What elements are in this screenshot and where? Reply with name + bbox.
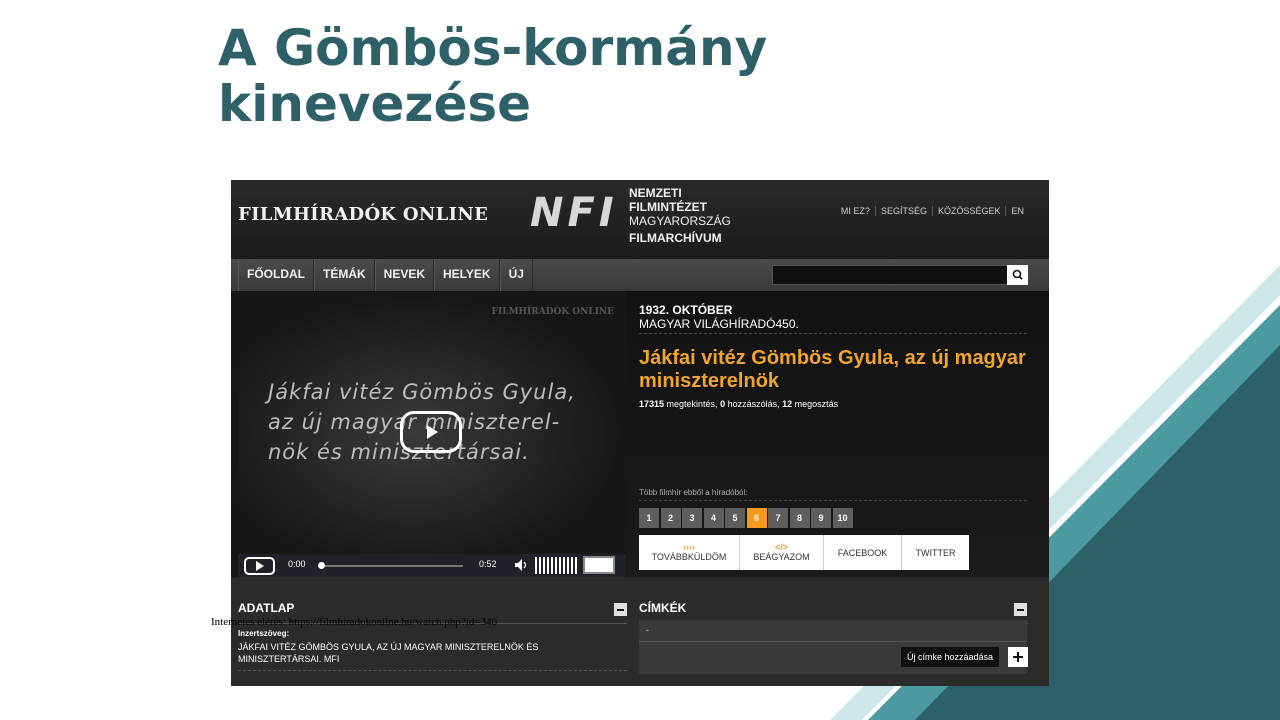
- page-button[interactable]: 8: [789, 508, 810, 528]
- site-logo[interactable]: FILMHÍRADÓK ONLINE: [238, 204, 488, 225]
- video-stats: 17315 megtekintés, 0 hozzászólás, 12 meg…: [639, 399, 838, 409]
- seek-knob[interactable]: [318, 562, 325, 569]
- datasheet-title: ADATLAP: [238, 601, 295, 615]
- page-button[interactable]: 5: [725, 508, 745, 528]
- tags-title: CÍMKÉK: [639, 601, 687, 615]
- top-link-help[interactable]: SEGÍTSÉG: [874, 206, 932, 216]
- slide-title-line1: A Gömbös-kormány: [218, 19, 768, 77]
- site-header: FILMHÍRADÓK ONLINE NFI NEMZETI FILMINTÉZ…: [231, 180, 1049, 259]
- top-link-about[interactable]: MI EZ?: [836, 206, 875, 216]
- nav-item-places[interactable]: HELYEK: [434, 259, 500, 291]
- add-tag-label[interactable]: Új címke hozzáadása: [901, 647, 1000, 667]
- newsreel-issue[interactable]: MAGYAR VILÁGHÍRADÓ450.: [639, 317, 799, 331]
- nav-item-new[interactable]: ÚJ: [499, 259, 533, 291]
- search-input[interactable]: [772, 265, 1008, 285]
- add-tag-button[interactable]: [1008, 647, 1028, 667]
- search-icon: [1012, 269, 1023, 280]
- source-note: Internetes elérés: https://filmhiradokon…: [211, 616, 498, 628]
- tags-box: - Új címke hozzáadása: [639, 620, 1028, 674]
- twitter-label: TWITTER: [915, 547, 956, 558]
- shares-count: 12: [782, 399, 793, 409]
- video-controls: 0:00 0:52: [238, 554, 626, 577]
- release-date: 1932. OKTÓBER: [639, 303, 733, 317]
- page-button[interactable]: 3: [682, 508, 702, 528]
- video-headline: Jákfai vitéz Gömbös Gyula, az új magyar …: [639, 347, 1026, 392]
- top-link-language[interactable]: EN: [1005, 206, 1029, 216]
- duration: 0:52: [479, 559, 497, 569]
- slide-title: A Gömbös-kormány kinevezése: [218, 20, 918, 132]
- nav-item-home[interactable]: FŐOLDAL: [238, 259, 314, 291]
- page-button[interactable]: 1: [639, 508, 659, 528]
- nfi-line: FILMARCHÍVUM: [629, 231, 722, 245]
- volume-slider[interactable]: [535, 557, 579, 574]
- details-section: ADATLAP Inzertszöveg: JÁKFAI VITÉZ GÖMBÖ…: [231, 577, 1049, 686]
- top-links: MI EZ? SEGÍTSÉG KÖZÖSSÉGEK EN: [836, 206, 1029, 216]
- main-nav: FŐOLDAL TÉMÁK NEVEK HELYEK ÚJ: [231, 259, 1049, 291]
- play-icon: [427, 425, 438, 439]
- embed-icon: </>: [774, 542, 788, 552]
- views-count: 17315: [639, 399, 665, 409]
- comments-label: hozzászólás,: [725, 399, 783, 409]
- video-info-panel: 1932. OKTÓBER MAGYAR VILÁGHÍRADÓ450. Ják…: [627, 291, 1049, 577]
- views-label: megtekintés,: [664, 399, 721, 409]
- forward-icon: ››››: [683, 542, 695, 552]
- nfi-text: NEMZETI FILMINTÉZET MAGYARORSZÁG FILMARC…: [629, 186, 731, 245]
- page-button[interactable]: 7: [768, 508, 788, 528]
- seek-bar[interactable]: [321, 565, 463, 567]
- share-bar: ›››› TOVÁBBKÜLDÖM </> BEÁGYAZOM FACEBOOK…: [639, 535, 969, 570]
- forward-button[interactable]: ›››› TOVÁBBKÜLDÖM: [639, 535, 740, 570]
- facebook-button[interactable]: FACEBOOK: [824, 535, 902, 570]
- fullscreen-button[interactable]: [583, 556, 615, 574]
- top-link-communities[interactable]: KÖZÖSSÉGEK: [931, 206, 1006, 216]
- big-play-button[interactable]: [400, 411, 462, 453]
- search-button[interactable]: [1007, 265, 1028, 285]
- facebook-label: FACEBOOK: [837, 547, 888, 558]
- insert-text-label: Inzertszöveg:: [238, 629, 290, 638]
- volume-icon[interactable]: [514, 558, 528, 572]
- embed-button[interactable]: </> BEÁGYAZOM: [740, 535, 824, 570]
- embed-label: BEÁGYAZOM: [753, 552, 810, 562]
- current-time: 0:00: [288, 559, 306, 569]
- shares-label: megosztás: [792, 399, 839, 409]
- collapse-datasheet-button[interactable]: [614, 603, 627, 616]
- website-screenshot: FILMHÍRADÓK ONLINE NFI NEMZETI FILMINTÉZ…: [231, 180, 1049, 686]
- nav-item-topics[interactable]: TÉMÁK: [314, 259, 375, 291]
- video-player[interactable]: FILMHÍRADÓK ONLINE Jákfai vitéz Gömbös G…: [238, 291, 626, 577]
- page-button[interactable]: 2: [660, 508, 681, 528]
- tag-placeholder: -: [646, 625, 649, 635]
- nav-item-names[interactable]: NEVEK: [374, 259, 435, 291]
- caption-line: Jákfai vitéz Gömbös Gyula,: [268, 380, 576, 404]
- page-button[interactable]: 4: [703, 508, 724, 528]
- play-icon: [256, 561, 264, 571]
- nfi-logo[interactable]: NFI: [530, 190, 618, 236]
- forward-label: TOVÁBBKÜLDÖM: [651, 552, 727, 562]
- insert-text: JÁKFAI VITÉZ GÖMBÖS GYULA, AZ ÚJ MAGYAR …: [238, 642, 539, 664]
- collapse-tags-button[interactable]: [1014, 603, 1027, 616]
- nfi-line: MAGYARORSZÁG: [629, 214, 731, 228]
- nfi-line: FILMINTÉZET: [629, 200, 707, 214]
- page-button-active[interactable]: 6: [746, 508, 767, 528]
- video-watermark: FILMHÍRADÓK ONLINE: [491, 307, 614, 317]
- page-button[interactable]: 10: [832, 508, 853, 528]
- issue-pager: 1 2 3 4 5 6 7 8 9 10: [639, 508, 854, 528]
- slide-title-line2: kinevezése: [218, 75, 532, 133]
- page-button[interactable]: 9: [811, 508, 831, 528]
- more-from-issue-label: Több filmhír ebből a híradóból:: [639, 488, 748, 497]
- twitter-button[interactable]: TWITTER: [902, 535, 969, 570]
- nfi-line: NEMZETI: [629, 186, 682, 200]
- play-button[interactable]: [244, 557, 275, 575]
